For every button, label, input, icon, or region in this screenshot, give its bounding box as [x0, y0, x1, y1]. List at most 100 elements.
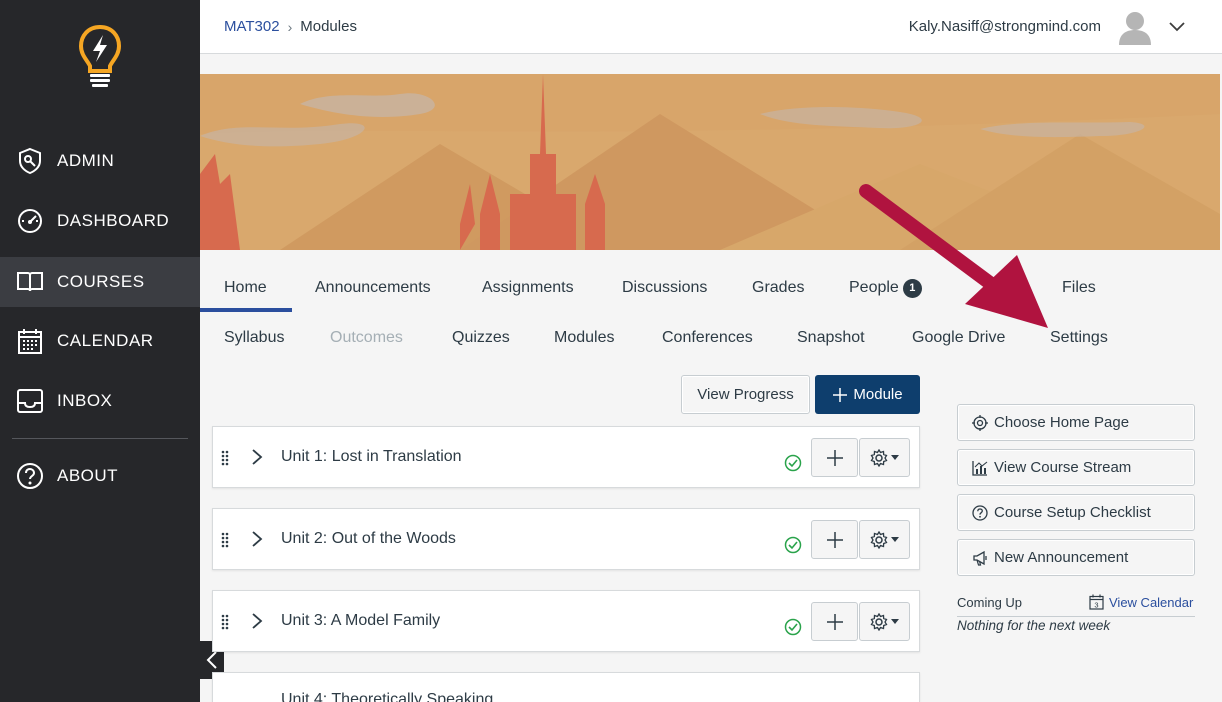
courses-book-icon — [16, 268, 44, 296]
nav-inbox[interactable]: INBOX — [0, 376, 200, 426]
calendar-day-number: 3 — [1094, 601, 1098, 610]
add-item-button[interactable] — [811, 520, 858, 559]
tab-settings[interactable]: Settings — [1050, 329, 1108, 347]
nav-calendar-label: CALENDAR — [57, 331, 154, 350]
caret-down-icon — [891, 454, 899, 460]
calendar-day-icon: 3 — [1089, 594, 1104, 610]
tab-home[interactable]: Home — [224, 279, 267, 297]
choose-home-page-button[interactable]: Choose Home Page — [957, 404, 1195, 441]
expand-chevron-icon[interactable] — [251, 530, 263, 548]
plus-icon — [833, 387, 848, 402]
chevron-down-icon[interactable] — [1168, 18, 1186, 36]
plus-icon — [826, 531, 843, 548]
gear-icon — [870, 612, 888, 631]
target-icon — [972, 414, 988, 431]
chart-icon — [972, 460, 988, 476]
tab-assignments[interactable]: Assignments — [482, 279, 574, 297]
tab-snapshot[interactable]: Snapshot — [797, 329, 865, 347]
course-setup-checklist-button[interactable]: Course Setup Checklist — [957, 494, 1195, 531]
megaphone-icon — [973, 550, 987, 566]
people-count-badge: 1 — [902, 279, 922, 298]
drag-handle-icon[interactable] — [221, 614, 229, 630]
chevron-left-icon — [206, 651, 217, 669]
view-course-stream-label: View Course Stream — [994, 459, 1132, 476]
module-settings-button[interactable] — [859, 520, 910, 559]
tab-google-drive[interactable]: Google Drive — [912, 329, 1005, 347]
strongmind-logo-icon[interactable] — [78, 24, 122, 92]
module-settings-button[interactable] — [859, 602, 910, 641]
tab-quizzes[interactable]: Quizzes — [452, 329, 510, 347]
view-progress-button[interactable]: View Progress — [681, 375, 810, 414]
top-header: MAT302 › Modules Kaly.Nasiff@strongmind.… — [200, 0, 1222, 54]
coming-up-empty-text: Nothing for the next week — [957, 618, 1111, 633]
tab-people-label: People — [849, 279, 899, 296]
view-course-stream-button[interactable]: View Course Stream — [957, 449, 1195, 486]
breadcrumb-separator: › — [287, 18, 293, 35]
dashboard-gauge-icon — [16, 207, 44, 235]
tab-modules[interactable]: Modules — [554, 329, 614, 347]
nav-courses[interactable]: COURSES — [0, 257, 200, 307]
new-announcement-button[interactable]: New Announcement — [957, 539, 1195, 576]
nav-dashboard[interactable]: DASHBOARD — [0, 196, 200, 246]
nav-about-label: ABOUT — [57, 466, 119, 485]
tab-people[interactable]: People 1 — [849, 279, 922, 298]
course-setup-checklist-label: Course Setup Checklist — [994, 504, 1151, 521]
module-title[interactable]: Unit 4: Theoretically Speaking — [281, 691, 493, 702]
nav-dashboard-label: DASHBOARD — [57, 211, 170, 230]
module-row: Unit 2: Out of the Woods — [212, 508, 920, 570]
choose-home-page-label: Choose Home Page — [994, 414, 1130, 431]
add-item-button[interactable] — [811, 602, 858, 641]
published-check-icon[interactable] — [784, 454, 802, 472]
gear-icon — [870, 448, 888, 467]
drag-handle-icon[interactable] — [221, 532, 229, 548]
caret-down-icon — [891, 618, 899, 624]
expand-chevron-icon[interactable] — [251, 448, 263, 466]
view-calendar-link[interactable]: 3 View Calendar — [1089, 594, 1193, 610]
tab-announcements[interactable]: Announcements — [315, 279, 431, 297]
add-module-button[interactable]: Module — [815, 375, 920, 414]
module-row: Unit 4: Theoretically Speaking — [212, 672, 920, 702]
breadcrumb: MAT302 › Modules — [224, 18, 357, 35]
course-banner-image — [200, 74, 1220, 250]
user-email[interactable]: Kaly.Nasiff@strongmind.com — [909, 18, 1101, 35]
tab-partial-obscured[interactable]: s — [1006, 279, 1014, 297]
calendar-icon — [16, 327, 44, 355]
gear-icon — [870, 530, 888, 549]
tab-syllabus[interactable]: Syllabus — [224, 329, 284, 347]
tab-discussions[interactable]: Discussions — [622, 279, 707, 297]
nav-divider — [12, 438, 188, 439]
avatar-icon[interactable] — [1118, 9, 1152, 45]
plus-icon — [826, 449, 843, 466]
coming-up-heading: Coming Up — [957, 595, 1023, 610]
tab-conferences[interactable]: Conferences — [662, 329, 753, 347]
tab-grades[interactable]: Grades — [752, 279, 804, 297]
view-calendar-label: View Calendar — [1109, 594, 1194, 610]
breadcrumb-course-link[interactable]: MAT302 — [224, 18, 280, 35]
tab-outcomes[interactable]: Outcomes — [330, 329, 403, 347]
expand-chevron-icon[interactable] — [251, 612, 263, 630]
add-item-button[interactable] — [811, 438, 858, 477]
tab-files[interactable]: Files — [1062, 279, 1096, 297]
module-row: Unit 1: Lost in Translation — [212, 426, 920, 488]
inbox-tray-icon — [16, 387, 44, 415]
question-icon — [972, 504, 988, 521]
drag-handle-icon[interactable] — [221, 450, 229, 466]
nav-about[interactable]: ABOUT — [0, 451, 200, 501]
caret-down-icon — [891, 536, 899, 542]
published-check-icon[interactable] — [784, 618, 802, 636]
published-check-icon[interactable] — [784, 536, 802, 554]
add-module-label: Module — [853, 386, 903, 403]
module-title[interactable]: Unit 3: A Model Family — [281, 612, 440, 630]
nav-admin[interactable]: ADMIN — [0, 136, 200, 186]
admin-shield-icon — [16, 147, 44, 175]
module-title[interactable]: Unit 2: Out of the Woods — [281, 530, 456, 548]
plus-icon — [826, 613, 843, 630]
module-row: Unit 3: A Model Family — [212, 590, 920, 652]
nav-inbox-label: INBOX — [57, 391, 113, 410]
nav-courses-label: COURSES — [57, 272, 145, 291]
nav-calendar[interactable]: CALENDAR — [0, 316, 200, 366]
new-announcement-label: New Announcement — [994, 549, 1129, 566]
module-title[interactable]: Unit 1: Lost in Translation — [281, 448, 462, 466]
module-settings-button[interactable] — [859, 438, 910, 477]
view-progress-label: View Progress — [697, 386, 794, 403]
